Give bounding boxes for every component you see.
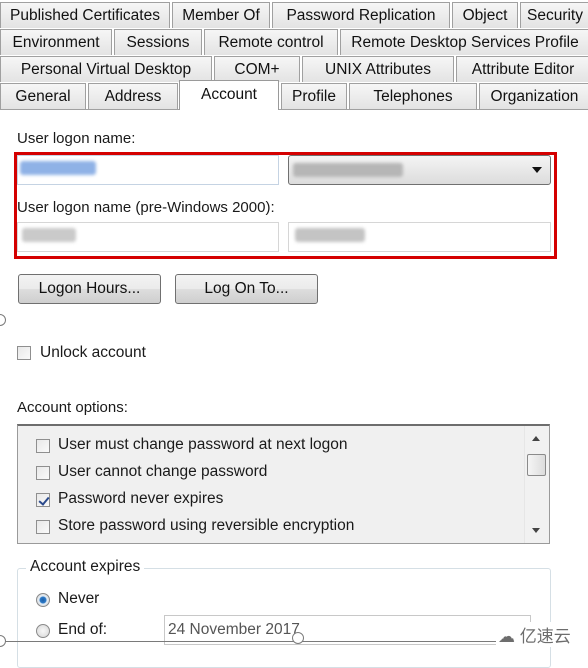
redacted-value <box>295 228 365 242</box>
option-label: Password never expires <box>58 490 224 507</box>
tab-panel-border <box>0 109 588 110</box>
never-label: Never <box>58 590 100 607</box>
redacted-value <box>22 228 76 242</box>
tab-remote-desktop-services-profile[interactable]: Remote Desktop Services Profile <box>340 29 588 55</box>
scroll-thumb[interactable] <box>527 454 546 476</box>
chevron-down-icon <box>532 167 542 173</box>
user-logon-name-input[interactable] <box>17 155 279 185</box>
cloud-logo-icon: ☁ <box>498 627 515 646</box>
user-logon-name-label: User logon name: <box>17 130 136 147</box>
selection-handle <box>292 632 304 644</box>
tab-telephones[interactable]: Telephones <box>349 83 477 109</box>
watermark: ☁ 亿速云 <box>496 622 573 647</box>
tab-row-1: Published Certificates Member Of Passwor… <box>0 2 588 29</box>
tab-password-replication[interactable]: Password Replication <box>272 2 450 28</box>
scroll-up-arrow-icon[interactable] <box>532 436 540 441</box>
tab-attribute-editor[interactable]: Attribute Editor <box>456 56 588 82</box>
logon-hours-button[interactable]: Logon Hours... <box>18 274 161 304</box>
tab-sessions[interactable]: Sessions <box>114 29 202 55</box>
pre2000-name-input[interactable] <box>288 222 551 252</box>
tab-object[interactable]: Object <box>452 2 518 28</box>
tab-account[interactable]: Account <box>179 80 279 110</box>
end-of-label: End of: <box>58 621 108 638</box>
selection-handle <box>0 314 6 326</box>
option-label: User cannot change password <box>58 463 268 480</box>
tab-personal-virtual-desktop[interactable]: Personal Virtual Desktop <box>0 56 212 82</box>
tab-environment[interactable]: Environment <box>0 29 112 55</box>
vertical-scrollbar[interactable] <box>524 426 549 543</box>
tab-security[interactable]: Security <box>520 2 588 28</box>
unlock-account-label: Unlock account <box>40 344 146 361</box>
tab-published-certificates[interactable]: Published Certificates <box>0 2 170 28</box>
tab-unix-attributes[interactable]: UNIX Attributes <box>302 56 454 82</box>
option-checkbox[interactable] <box>36 439 50 453</box>
redacted-value <box>293 163 403 177</box>
tab-general[interactable]: General <box>0 83 86 109</box>
option-checkbox[interactable] <box>36 493 50 507</box>
tab-row-4: General Address Account Profile Telephon… <box>0 80 588 110</box>
account-expires-legend: Account expires <box>26 558 145 576</box>
account-options-label: Account options: <box>17 399 128 416</box>
watermark-text: 亿速云 <box>519 627 571 646</box>
tab-com-plus[interactable]: COM+ <box>214 56 300 82</box>
upn-suffix-dropdown[interactable] <box>288 155 551 185</box>
pre2000-domain-input[interactable] <box>17 222 279 252</box>
option-checkbox[interactable] <box>36 520 50 534</box>
selection-line <box>0 641 500 642</box>
tab-address[interactable]: Address <box>88 83 178 109</box>
tab-row-2: Environment Sessions Remote control Remo… <box>0 29 588 56</box>
scroll-down-arrow-icon[interactable] <box>532 528 540 533</box>
option-checkbox[interactable] <box>36 466 50 480</box>
option-label: User must change password at next logon <box>58 436 348 453</box>
unlock-account-checkbox[interactable] <box>17 346 31 360</box>
redacted-value <box>20 161 96 175</box>
tab-organization[interactable]: Organization <box>479 83 588 109</box>
account-options-list[interactable]: User must change password at next logon … <box>17 424 550 544</box>
tab-profile[interactable]: Profile <box>281 83 347 109</box>
selection-handle <box>0 635 6 647</box>
tab-remote-control[interactable]: Remote control <box>204 29 338 55</box>
option-label: Store password using reversible encrypti… <box>58 517 355 534</box>
end-of-radio[interactable] <box>36 624 50 638</box>
tab-member-of[interactable]: Member Of <box>172 2 270 28</box>
tab-row-3: Personal Virtual Desktop COM+ UNIX Attri… <box>0 56 588 83</box>
pre2000-logon-name-label: User logon name (pre-Windows 2000): <box>17 199 275 216</box>
never-radio[interactable] <box>36 593 50 607</box>
log-on-to-button[interactable]: Log On To... <box>175 274 318 304</box>
